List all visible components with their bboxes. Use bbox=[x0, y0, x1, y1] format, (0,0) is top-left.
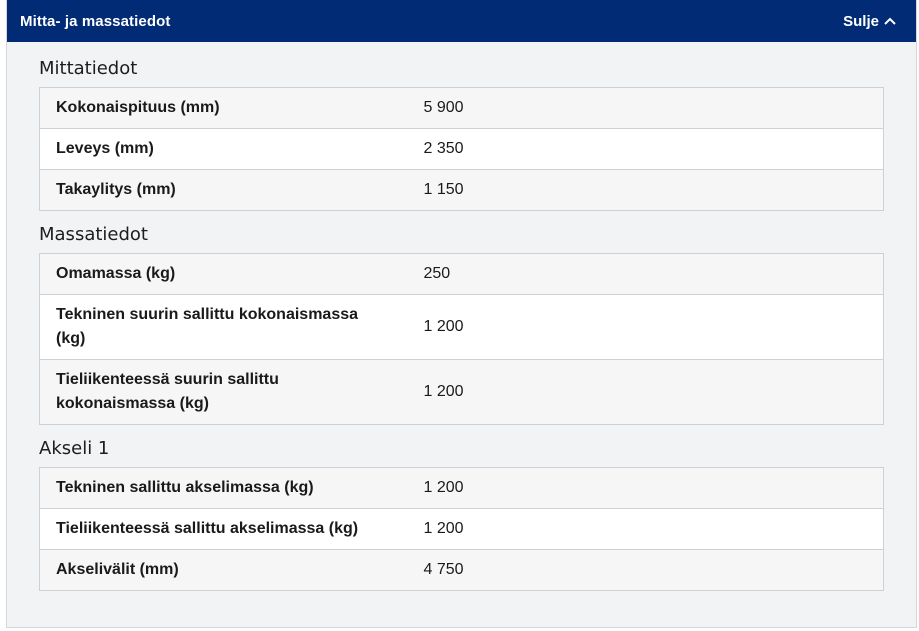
row-value: 1 200 bbox=[423, 383, 464, 400]
row-value: 1 200 bbox=[423, 479, 464, 496]
row-value: 250 bbox=[423, 265, 451, 282]
row-value: 5 900 bbox=[423, 99, 464, 116]
panel-content: Mittatiedot Kokonaispituus (mm) 5 900 Le… bbox=[7, 42, 916, 591]
section-title-mittatiedot: Mittatiedot bbox=[39, 58, 138, 79]
chevron-up-icon bbox=[884, 17, 896, 25]
table-row: Tekninen suurin sallittu kokonaismassa (… bbox=[39, 294, 884, 360]
panel-title: Mitta- ja massatiedot bbox=[20, 12, 171, 30]
close-button[interactable]: Sulje bbox=[843, 13, 896, 30]
massatiedot-table: Omamassa (kg) 250 Tekninen suurin sallit… bbox=[39, 253, 884, 425]
table-row: Leveys (mm) 2 350 bbox=[39, 128, 884, 170]
row-label: Tieliikenteessä sallittu akselimassa (kg… bbox=[56, 520, 359, 537]
table-row: Tekninen sallittu akselimassa (kg) 1 200 bbox=[39, 467, 884, 509]
row-label: Takaylitys (mm) bbox=[56, 181, 176, 198]
row-label: Tieliikenteessä suurin sallittu kokonais… bbox=[56, 371, 279, 412]
row-value: 1 200 bbox=[423, 520, 464, 537]
row-label: Tekninen sallittu akselimassa (kg) bbox=[56, 479, 314, 496]
section-title-massatiedot: Massatiedot bbox=[39, 224, 148, 245]
row-value: 4 750 bbox=[423, 561, 464, 578]
table-row: Kokonaispituus (mm) 5 900 bbox=[39, 87, 884, 129]
section-title-akseli-1: Akseli 1 bbox=[39, 438, 110, 459]
akseli-table: Tekninen sallittu akselimassa (kg) 1 200… bbox=[39, 467, 884, 591]
panel-header[interactable]: Mitta- ja massatiedot Sulje bbox=[7, 0, 916, 42]
close-label: Sulje bbox=[843, 12, 879, 30]
table-row: Akselivälit (mm) 4 750 bbox=[39, 549, 884, 591]
mittatiedot-table: Kokonaispituus (mm) 5 900 Leveys (mm) 2 … bbox=[39, 87, 884, 211]
dimensions-weights-panel: Mitta- ja massatiedot Sulje Mittatiedot … bbox=[6, 0, 917, 628]
row-value: 2 350 bbox=[423, 140, 464, 157]
row-label: Kokonaispituus (mm) bbox=[56, 99, 220, 116]
table-row: Tieliikenteessä sallittu akselimassa (kg… bbox=[39, 508, 884, 550]
row-label: Omamassa (kg) bbox=[56, 265, 176, 282]
row-value: 1 200 bbox=[423, 318, 464, 335]
table-row: Tieliikenteessä suurin sallittu kokonais… bbox=[39, 359, 884, 425]
row-label: Akselivälit (mm) bbox=[56, 561, 179, 578]
row-label: Tekninen suurin sallittu kokonaismassa (… bbox=[56, 306, 359, 347]
row-label: Leveys (mm) bbox=[56, 140, 154, 157]
row-value: 1 150 bbox=[423, 181, 464, 198]
table-row: Takaylitys (mm) 1 150 bbox=[39, 169, 884, 211]
table-row: Omamassa (kg) 250 bbox=[39, 253, 884, 295]
